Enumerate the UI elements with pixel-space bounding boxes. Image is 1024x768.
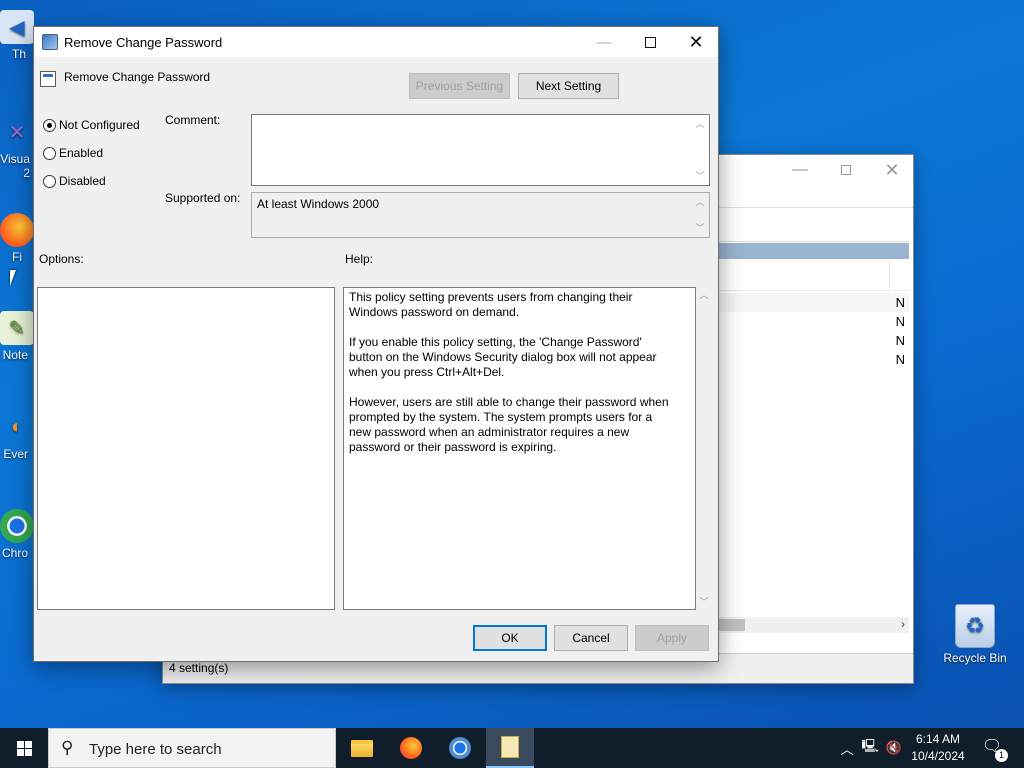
clock-time: 6:14 AM	[915, 732, 961, 746]
comment-scrollbar[interactable]: ︿ ﹀	[692, 116, 708, 184]
supported-scrollbar[interactable]: ︿ ﹀	[692, 194, 708, 236]
file-explorer-icon	[351, 739, 373, 757]
policy-editor-icon	[42, 34, 58, 50]
radio-disabled[interactable]: Disabled	[43, 173, 106, 189]
supported-on-value: At least Windows 2000	[257, 197, 380, 211]
help-scrollbar[interactable]: ︿ ﹀	[696, 287, 712, 610]
tray-overflow-icon[interactable]: ︿	[838, 728, 856, 768]
chrome-icon	[0, 509, 34, 543]
row-state: N	[895, 333, 905, 348]
scroll-right-icon[interactable]: ›	[901, 617, 905, 631]
network-icon[interactable]: 🖳	[860, 728, 880, 768]
dialog-title-bar[interactable]: Remove Change Password — ✕	[34, 27, 718, 57]
close-button[interactable]: ✕	[869, 155, 915, 185]
radio-button[interactable]	[43, 174, 56, 188]
notification-center-icon[interactable]: 🗨 1	[980, 736, 1008, 762]
desktop-icon-recycle-bin[interactable]: ♻ Recycle Bin	[940, 604, 1010, 665]
comment-label: Comment:	[165, 113, 221, 127]
dialog-title: Remove Change Password	[64, 35, 223, 50]
maximize-icon	[841, 165, 851, 175]
help-text: This policy setting prevents users from …	[349, 290, 669, 454]
mouse-cursor-icon	[10, 270, 16, 286]
scroll-up-icon[interactable]: ︿	[692, 116, 708, 132]
scroll-down-icon[interactable]: ﹀	[696, 594, 712, 610]
taskbar-clock[interactable]: 6:14 AM 10/4/2024	[908, 731, 968, 765]
scroll-up-icon[interactable]: ︿	[692, 194, 708, 210]
search-icon: ⚲	[61, 738, 74, 757]
windows-logo-icon	[16, 740, 32, 756]
clock-date: 10/4/2024	[911, 749, 965, 763]
row-state: N	[895, 314, 905, 329]
taskbar-chrome[interactable]	[436, 728, 484, 768]
scroll-down-icon[interactable]: ﹀	[692, 168, 708, 184]
policy-dialog[interactable]: Remove Change Password — ✕ Remove Change…	[33, 26, 719, 662]
help-panel[interactable]: This policy setting prevents users from …	[343, 287, 696, 610]
cancel-button[interactable]: Cancel	[554, 625, 628, 651]
radio-label: Disabled	[59, 174, 106, 188]
scroll-up-icon[interactable]: ︿	[696, 287, 712, 303]
radio-enabled[interactable]: Enabled	[43, 145, 103, 161]
app-icon: ◀	[0, 10, 34, 44]
apply-button[interactable]: Apply	[635, 625, 709, 651]
start-button[interactable]	[0, 728, 48, 768]
help-label: Help:	[345, 252, 374, 266]
volume-muted-icon[interactable]: 🔇	[884, 728, 904, 768]
status-text: 4 setting(s)	[169, 661, 229, 675]
options-label: Options:	[39, 252, 84, 266]
firefox-icon	[0, 213, 34, 247]
options-panel[interactable]	[37, 287, 335, 610]
row-state: N	[895, 295, 905, 310]
radio-not-configured[interactable]: Not Configured	[43, 117, 140, 133]
close-button[interactable]: ✕	[673, 27, 719, 57]
column-separator[interactable]	[889, 261, 890, 291]
minimize-button[interactable]: —	[777, 155, 823, 185]
taskbar: ⚲ Type here to search ︿ 🖳 🔇 6:14 AM 10/4…	[0, 728, 1024, 768]
radio-button-selected[interactable]	[43, 118, 56, 132]
desktop-icon-label: Recycle Bin	[943, 651, 1007, 665]
next-setting-button[interactable]: Next Setting	[518, 73, 619, 99]
radio-button[interactable]	[43, 146, 56, 160]
radio-label: Not Configured	[59, 118, 140, 132]
previous-setting-button[interactable]: Previous Setting	[409, 73, 510, 99]
chrome-icon	[449, 737, 471, 759]
supported-on-field[interactable]: At least Windows 2000 ︿ ﹀	[251, 192, 710, 238]
notepad-icon	[501, 736, 519, 758]
notification-badge: 1	[995, 749, 1008, 762]
policy-name: Remove Change Password	[64, 70, 211, 84]
everything-icon: ◐	[10, 415, 24, 438]
maximize-icon	[644, 36, 656, 48]
taskbar-notepad[interactable]	[486, 728, 534, 768]
policy-setting-icon	[40, 71, 56, 87]
comment-field[interactable]: ︿ ﹀	[251, 114, 710, 186]
scroll-down-icon[interactable]: ﹀	[692, 220, 708, 236]
minimize-button[interactable]: —	[581, 27, 627, 57]
maximize-button[interactable]	[823, 155, 869, 185]
supported-on-label: Supported on:	[165, 191, 241, 205]
firefox-icon	[400, 737, 422, 759]
maximize-button[interactable]	[627, 27, 673, 57]
taskbar-firefox[interactable]	[387, 728, 435, 768]
ok-button[interactable]: OK	[473, 625, 547, 651]
recycle-bin-icon: ♻	[955, 604, 995, 648]
visual-studio-icon: ✕	[8, 121, 26, 144]
radio-label: Enabled	[59, 146, 104, 160]
taskbar-file-explorer[interactable]	[338, 728, 386, 768]
notepad-plus-plus-icon: ✎	[0, 311, 34, 345]
search-placeholder: Type here to search	[89, 741, 222, 758]
taskbar-search[interactable]: ⚲ Type here to search	[48, 728, 336, 768]
row-state: N	[895, 352, 905, 367]
